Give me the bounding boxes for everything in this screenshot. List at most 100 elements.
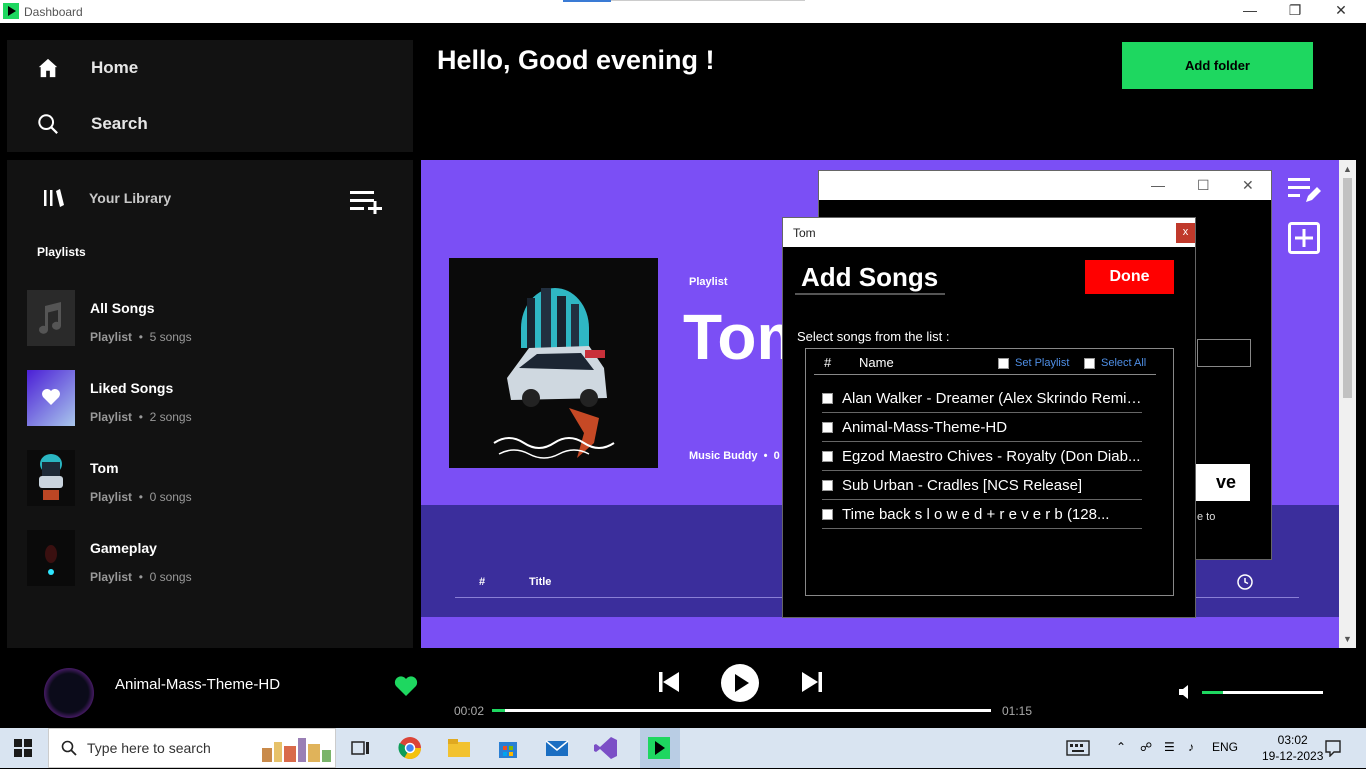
restore-button[interactable]: ❐ [1272,2,1318,22]
playlist-thumb [27,290,75,346]
song-row[interactable]: Egzod Maestro Chives - Royalty (Don Diab… [822,442,1142,471]
next-icon[interactable] [800,670,824,699]
add-songs-dialog: Tom x Add Songs Done Select songs from t… [782,217,1196,618]
add-icon[interactable] [1288,222,1322,259]
active-app-tile[interactable] [640,728,680,768]
windows-start-icon[interactable] [14,739,32,762]
song-row[interactable]: Sub Urban - Cradles [NCS Release] [822,471,1142,500]
song-row[interactable]: Alan Walker - Dreamer (Alex Skrindo Remi… [822,384,1142,413]
scroll-up-icon[interactable]: ▲ [1343,164,1352,174]
playlist-name: All Songs [90,300,155,316]
library-panel: Your Library Playlists All Songs Playlis… [7,160,413,648]
nav-search[interactable]: Search [37,104,148,144]
checkbox-icon[interactable] [822,508,833,520]
dialog-close-button[interactable]: ✕ [1242,177,1254,194]
add-songs-close-button[interactable]: x [1176,223,1195,243]
search-icon [61,740,77,756]
playlist-owner: Music Buddy • 0 [689,450,780,462]
library-header[interactable]: Your Library [43,188,171,208]
select-all-checkbox[interactable]: Select All [1084,357,1146,369]
close-button[interactable]: ✕ [1318,2,1364,22]
language-indicator[interactable]: ENG [1212,740,1238,754]
speaker-icon[interactable]: ♪ [1188,740,1194,754]
duration-time: 01:15 [1002,704,1033,718]
file-explorer-icon[interactable] [445,734,473,762]
playlist-type-label: Playlist [689,276,728,288]
dialog-minimize-button[interactable]: — [1151,177,1165,193]
playlist-meta: Playlist • 5 songs [90,330,192,344]
add-folder-button[interactable]: Add folder [1122,42,1313,89]
playlist-name: Liked Songs [90,380,174,396]
checkbox-icon[interactable] [822,450,833,462]
list-header-index: # [824,355,832,370]
wifi-icon[interactable]: ☰ [1164,740,1175,754]
playlist-meta: Playlist • 2 songs [90,410,192,424]
playlist-meta: Playlist • 0 songs [90,490,192,504]
playlist-cover [449,258,658,468]
heart-icon [42,389,60,405]
chrome-icon[interactable] [396,734,424,762]
dialog-text-field[interactable] [1197,339,1251,367]
tray-chevron-icon[interactable]: ⌃ [1116,740,1126,754]
song-title: Alan Walker - Dreamer (Alex Skrindo Remi… [842,389,1142,407]
notifications-icon[interactable] [1324,739,1342,762]
edit-playlist-icon[interactable] [1288,175,1322,210]
songs-listbox[interactable]: # Name Set Playlist Select All Alan Walk… [805,348,1174,596]
checkbox-icon[interactable] [822,421,833,433]
playlist-item-gameplay[interactable]: Gameplay Playlist • 0 songs [27,530,397,588]
song-row[interactable]: Animal-Mass-Theme-HD [822,413,1142,442]
mail-icon[interactable] [543,734,571,762]
main-scrollbar[interactable]: ▲ ▼ [1339,160,1356,648]
tray-network-icon[interactable]: ☍ [1140,740,1152,754]
like-heart-icon[interactable] [393,674,419,703]
cover-art-icon [449,258,658,468]
music-note-icon [39,302,61,334]
task-view-icon[interactable] [347,734,375,762]
playlist-item-liked-songs[interactable]: Liked Songs Playlist • 2 songs [27,370,397,428]
song-row[interactable]: Time back s l o w e d + r e v e r b (128… [822,500,1142,529]
visual-studio-icon[interactable] [592,734,620,762]
save-button[interactable]: ve [1194,464,1250,501]
progress-fill [492,709,505,712]
set-playlist-checkbox[interactable]: Set Playlist [998,357,1069,369]
previous-icon[interactable] [657,670,681,699]
heading-underline [795,293,945,295]
create-playlist-icon[interactable] [350,188,384,219]
store-icon[interactable] [494,734,522,762]
dialog-note: e to [1197,511,1216,523]
add-songs-heading: Add Songs [801,262,939,292]
song-title: Egzod Maestro Chives - Royalty (Don Diab… [842,447,1141,465]
song-title: Sub Urban - Cradles [NCS Release] [842,476,1083,494]
checkbox-icon [1084,357,1095,369]
volume-icon[interactable] [1178,684,1194,705]
dialog-maximize-button[interactable]: ☐ [1197,177,1210,194]
playlist-item-all-songs[interactable]: All Songs Playlist • 5 songs [27,290,397,348]
keyboard-icon[interactable] [1066,739,1090,762]
checkbox-icon[interactable] [822,392,833,404]
nav-panel: Home Search [7,40,413,152]
play-button[interactable] [721,664,759,707]
playlist-thumb [27,370,75,426]
playlist-tools [1288,175,1322,259]
scrollbar-thumb[interactable] [1343,178,1352,398]
playlists-label: Playlists [37,245,86,259]
titlebar-divider [611,0,805,1]
playlist-item-tom[interactable]: Tom Playlist • 0 songs [27,450,397,508]
clock-date: 19-12-2023 [1262,749,1324,763]
character-art-icon [45,545,57,575]
playlist-thumb [27,450,75,506]
now-playing-title: Animal-Mass-Theme-HD [115,676,281,693]
volume-slider[interactable] [1202,691,1323,694]
progress-slider[interactable] [492,709,991,712]
checkbox-icon[interactable] [822,479,833,491]
minimize-button[interactable]: — [1227,2,1273,22]
done-button[interactable]: Done [1085,260,1174,294]
playlist-name: Gameplay [90,540,157,556]
column-title: Title [529,576,552,588]
taskbar-clock[interactable]: 03:02 19-12-2023 [1262,732,1323,764]
titlebar-accent [563,0,611,2]
scroll-down-icon[interactable]: ▼ [1343,634,1352,644]
greeting-title: Hello, Good evening ! [437,45,715,75]
checkbox-icon [998,357,1009,369]
nav-home[interactable]: Home [37,48,138,88]
